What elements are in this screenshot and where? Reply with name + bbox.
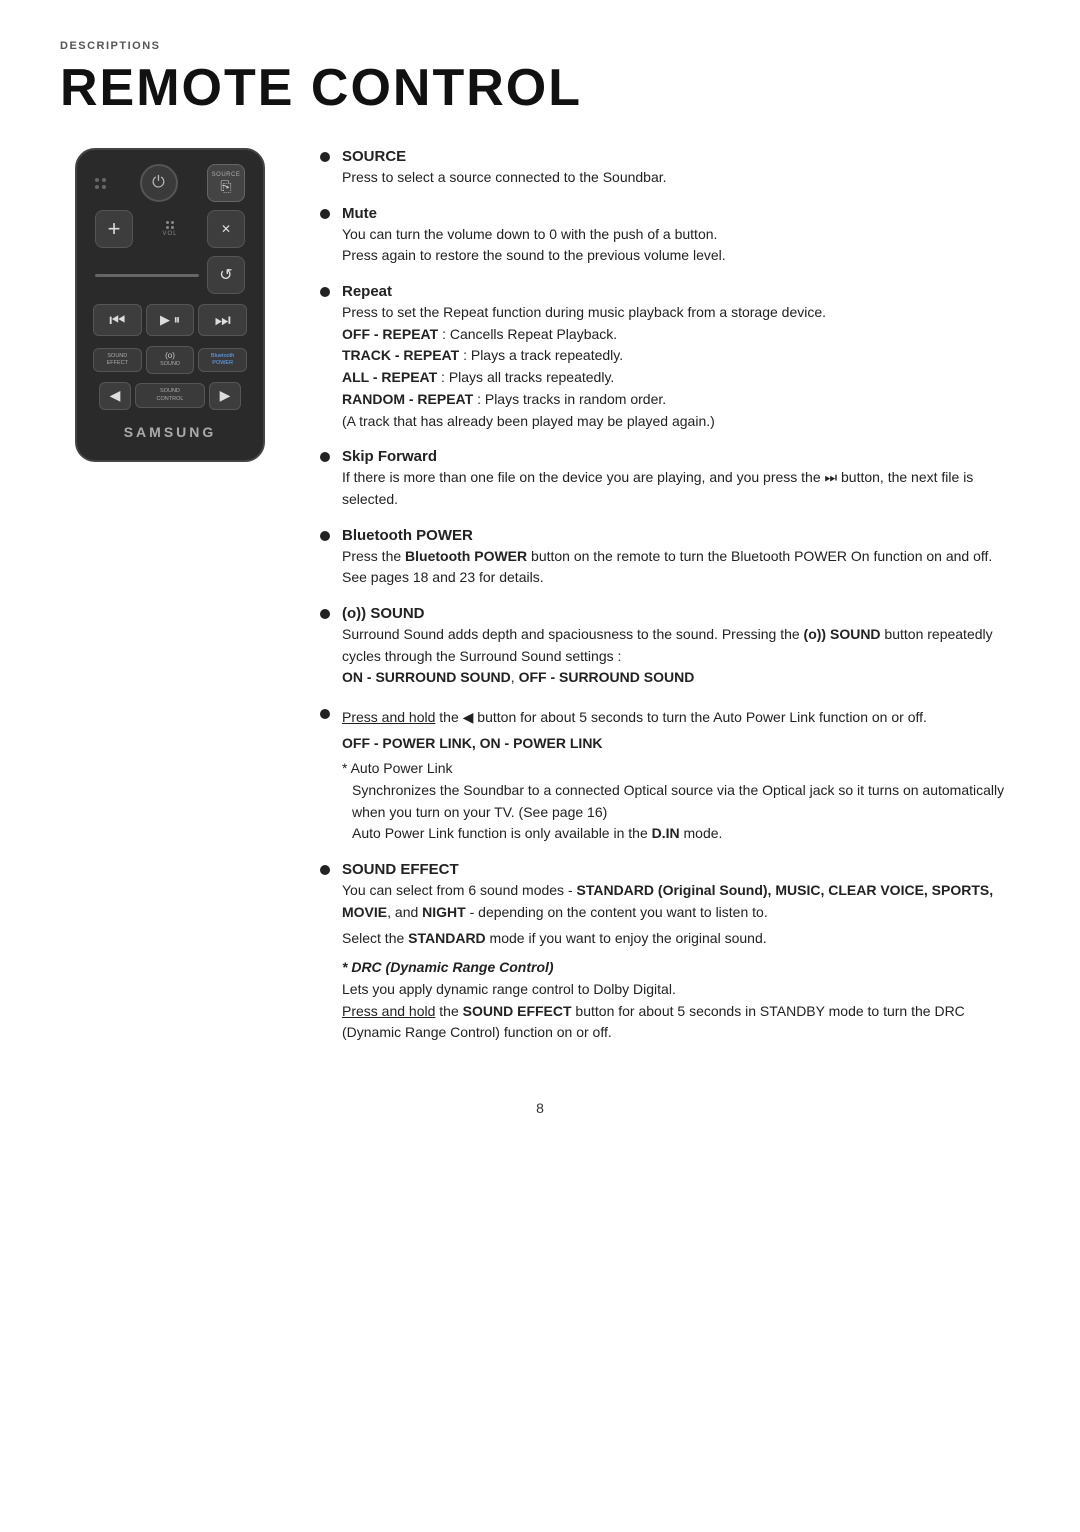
desc-repeat-text: Repeat Press to set the Repeat function … bbox=[342, 283, 1020, 432]
bluetooth-body: Press the Bluetooth POWER button on the … bbox=[342, 546, 1020, 589]
repeat-title: Repeat bbox=[342, 283, 392, 300]
desc-auto-power-text: Press and hold the ◀ button for about 5 … bbox=[342, 705, 1020, 845]
mute-icon: ✕ bbox=[221, 222, 231, 236]
bullet-skip-forward bbox=[320, 452, 330, 462]
bullet-surround bbox=[320, 609, 330, 619]
desc-sound-effect: SOUND EFFECT You can select from 6 sound… bbox=[320, 861, 1020, 1044]
desc-skip-forward-text: Skip Forward If there is more than one f… bbox=[342, 448, 1020, 510]
desc-mute: Mute You can turn the volume down to 0 w… bbox=[320, 205, 1020, 267]
vol-label: VOL bbox=[162, 231, 177, 237]
sound-effect-title: SOUND EFFECT bbox=[342, 861, 459, 878]
bluetooth-power-button[interactable]: BluetoothPOWER bbox=[198, 348, 247, 372]
plus-icon: + bbox=[108, 216, 121, 242]
right-arrow-button[interactable]: ▶ bbox=[209, 382, 241, 410]
bullet-source bbox=[320, 152, 330, 162]
desc-surround-text: (o)) SOUND Surround Sound adds depth and… bbox=[342, 605, 1020, 689]
right-arrow-icon: ▶ bbox=[220, 387, 231, 404]
bullet-sound-effect bbox=[320, 865, 330, 875]
bullet-mute bbox=[320, 209, 330, 219]
left-arrow-icon: ◀ bbox=[110, 387, 121, 404]
transport-row: ⏮ ▶ ⏸ ⏭ bbox=[89, 302, 251, 338]
repeat-body: Press to set the Repeat function during … bbox=[342, 302, 1020, 432]
skip-forward-body: If there is more than one file on the de… bbox=[342, 467, 1020, 510]
surround-title: (o)) SOUND bbox=[342, 605, 425, 622]
source-icon: ⎘ bbox=[220, 178, 231, 195]
desc-bluetooth-power: Bluetooth POWER Press the Bluetooth POWE… bbox=[320, 527, 1020, 589]
next-icon: ⏭ bbox=[215, 310, 231, 331]
remote-top-row: ⏻ SOURCE ⎘ bbox=[89, 164, 251, 202]
vol-bar bbox=[95, 274, 199, 277]
previous-button[interactable]: ⏮ bbox=[93, 304, 142, 336]
desc-repeat: Repeat Press to set the Repeat function … bbox=[320, 283, 1020, 432]
press-hold-sound-effect-text: Press and hold bbox=[342, 1003, 435, 1019]
remote-control: ⏻ SOURCE ⎘ + bbox=[75, 148, 265, 462]
samsung-logo: SAMSUNG bbox=[124, 424, 217, 440]
sound-control-row: ◀ SOUNDCONTROL ▶ bbox=[89, 382, 251, 410]
auto-power-body: Press and hold the ◀ button for about 5 … bbox=[342, 707, 1020, 845]
bullet-repeat bbox=[320, 287, 330, 297]
left-arrow-button[interactable]: ◀ bbox=[99, 382, 131, 410]
desc-sound-effect-text: SOUND EFFECT You can select from 6 sound… bbox=[342, 861, 1020, 1044]
skip-forward-title: Skip Forward bbox=[342, 448, 437, 465]
desc-source-text: SOURCE Press to select a source connecte… bbox=[342, 148, 1020, 189]
source-title: SOURCE bbox=[342, 148, 406, 165]
surround-icon: (o) bbox=[165, 351, 175, 361]
sound-control-button[interactable]: SOUNDCONTROL bbox=[135, 383, 205, 407]
page-number: 8 bbox=[60, 1100, 1020, 1116]
next-button[interactable]: ⏭ bbox=[198, 304, 247, 336]
sound-control-label: SOUNDCONTROL bbox=[157, 388, 184, 402]
previous-icon: ⏮ bbox=[109, 310, 125, 331]
source-button[interactable]: SOURCE ⎘ bbox=[207, 164, 245, 202]
desc-auto-power-link: Press and hold the ◀ button for about 5 … bbox=[320, 705, 1020, 845]
sound-buttons-row: SOUNDEFFECT (o) SOUND BluetoothPOWER bbox=[89, 346, 251, 374]
press-hold-text: Press and hold bbox=[342, 709, 435, 725]
bullet-bluetooth bbox=[320, 531, 330, 541]
remote-wrapper: ⏻ SOURCE ⎘ + bbox=[60, 148, 280, 462]
desc-surround: (o)) SOUND Surround Sound adds depth and… bbox=[320, 605, 1020, 689]
surround-sound-button[interactable]: (o) SOUND bbox=[146, 346, 195, 374]
vol-indicator: VOL bbox=[162, 221, 177, 237]
mute-title: Mute bbox=[342, 205, 377, 222]
mute-button[interactable]: ✕ bbox=[207, 210, 245, 248]
page-title: REMOTE CONTROL bbox=[60, 58, 1020, 118]
sound-effect-label: SOUNDEFFECT bbox=[107, 353, 128, 367]
surround-body: Surround Sound adds depth and spaciousne… bbox=[342, 624, 1020, 689]
power-icon: ⏻ bbox=[152, 174, 165, 192]
repeat-button[interactable]: ↺ bbox=[207, 256, 245, 294]
bluetooth-power-title: Bluetooth POWER bbox=[342, 527, 473, 544]
dot-grid bbox=[95, 178, 106, 189]
sound-effect-body: You can select from 6 sound modes - STAN… bbox=[342, 880, 1020, 1044]
volume-up-button[interactable]: + bbox=[95, 210, 133, 248]
surround-label: SOUND bbox=[160, 361, 180, 368]
play-pause-button[interactable]: ▶ ⏸ bbox=[146, 304, 195, 336]
power-button[interactable]: ⏻ bbox=[140, 164, 178, 202]
section-label: DESCRIPTIONS bbox=[60, 40, 1020, 52]
play-pause-icon: ▶ ⏸ bbox=[160, 312, 180, 328]
vol-dots bbox=[166, 221, 174, 229]
mute-body: You can turn the volume down to 0 with t… bbox=[342, 224, 1020, 267]
desc-source: SOURCE Press to select a source connecte… bbox=[320, 148, 1020, 189]
vol-repeat-row: ↺ bbox=[89, 256, 251, 294]
bullet-auto-power bbox=[320, 709, 330, 719]
main-content: ⏻ SOURCE ⎘ + bbox=[60, 148, 1020, 1060]
desc-bluetooth-text: Bluetooth POWER Press the Bluetooth POWE… bbox=[342, 527, 1020, 589]
source-body: Press to select a source connected to th… bbox=[342, 167, 1020, 189]
bluetooth-label: BluetoothPOWER bbox=[211, 353, 234, 367]
sound-effect-button[interactable]: SOUNDEFFECT bbox=[93, 348, 142, 372]
page-container: DESCRIPTIONS REMOTE CONTROL ⏻ SOUR bbox=[0, 0, 1080, 1176]
desc-skip-forward: Skip Forward If there is more than one f… bbox=[320, 448, 1020, 510]
remote-second-row: + VOL ✕ bbox=[89, 210, 251, 248]
desc-mute-text: Mute You can turn the volume down to 0 w… bbox=[342, 205, 1020, 267]
repeat-icon: ↺ bbox=[219, 265, 232, 285]
descriptions-panel: SOURCE Press to select a source connecte… bbox=[320, 148, 1020, 1060]
